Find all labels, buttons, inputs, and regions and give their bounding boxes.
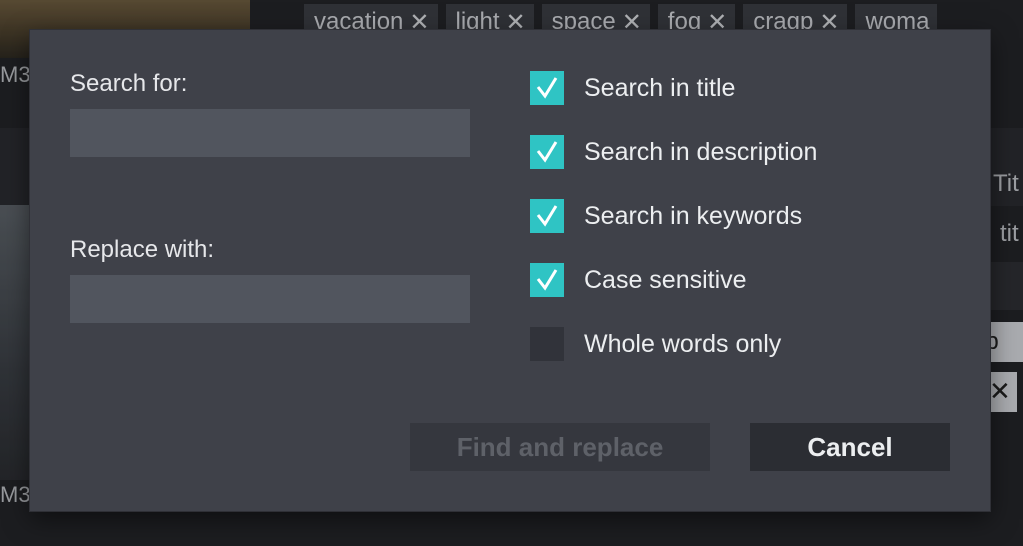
option-label: Case sensitive	[584, 265, 747, 294]
option-label: Whole words only	[584, 329, 782, 358]
checkbox-case-sensitive[interactable]	[530, 263, 564, 297]
find-replace-dialog: Search for: Replace with: Search in titl…	[30, 30, 990, 511]
option-search-in-description[interactable]: Search in description	[530, 135, 817, 169]
cancel-button[interactable]: Cancel	[750, 423, 950, 471]
checkbox-search-in-keywords[interactable]	[530, 199, 564, 233]
search-input[interactable]	[70, 109, 470, 157]
option-label: Search in title	[584, 73, 736, 102]
checkbox-search-in-title[interactable]	[530, 71, 564, 105]
option-search-in-keywords[interactable]: Search in keywords	[530, 199, 802, 233]
replace-with-label: Replace with:	[70, 236, 215, 263]
option-label: Search in keywords	[584, 201, 803, 230]
check-icon	[536, 205, 558, 227]
search-for-label: Search for:	[70, 70, 188, 97]
find-and-replace-button[interactable]: Find and replace	[410, 423, 710, 471]
option-search-in-title[interactable]: Search in title	[530, 71, 735, 105]
option-whole-words-only[interactable]: Whole words only	[530, 327, 781, 361]
check-icon	[536, 141, 558, 163]
option-case-sensitive[interactable]: Case sensitive	[530, 263, 747, 297]
checkbox-search-in-description[interactable]	[530, 135, 564, 169]
option-label: Search in description	[584, 137, 818, 166]
check-icon	[536, 269, 558, 291]
check-icon	[536, 77, 558, 99]
replace-input[interactable]	[70, 275, 470, 323]
checkbox-whole-words-only[interactable]	[530, 327, 564, 361]
